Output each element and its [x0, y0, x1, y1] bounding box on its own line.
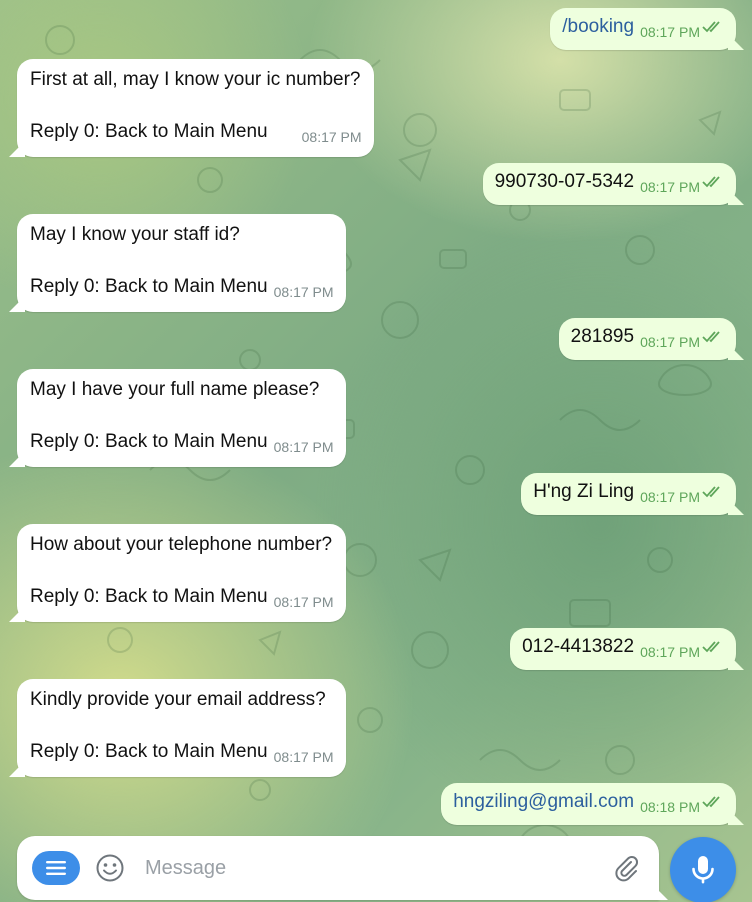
- message-time: 08:18 PM: [640, 799, 700, 815]
- message-text: Kindly provide your email address?: [30, 689, 326, 710]
- outgoing-message[interactable]: 281895 08:17 PM: [558, 318, 736, 360]
- read-checkmarks-icon: [702, 176, 720, 188]
- message-time: 08:17 PM: [640, 334, 700, 350]
- reply-hint: Reply 0: Back to Main Menu: [30, 121, 268, 142]
- message-time: 08:17 PM: [273, 594, 334, 610]
- message-input[interactable]: [145, 854, 585, 882]
- outgoing-message[interactable]: H'ng Zi Ling 08:17 PM: [521, 473, 736, 515]
- outgoing-message[interactable]: /booking 08:17 PM: [550, 8, 736, 50]
- paperclip-icon[interactable]: [611, 853, 641, 883]
- voice-record-button[interactable]: [670, 837, 736, 902]
- message-time: 08:17 PM: [640, 644, 700, 660]
- microphone-icon: [692, 856, 714, 884]
- reply-hint: Reply 0: Back to Main Menu: [30, 431, 268, 452]
- bot-command-link[interactable]: /booking: [562, 16, 634, 37]
- email-link[interactable]: hngziling@gmail.com: [453, 791, 634, 812]
- read-checkmarks-icon: [702, 796, 720, 808]
- message-text: 990730-07-5342: [494, 171, 635, 192]
- read-checkmarks-icon: [702, 21, 720, 33]
- message-time: 08:17 PM: [640, 179, 700, 195]
- incoming-message[interactable]: Kindly provide your email address? Reply…: [17, 679, 346, 777]
- message-text: H'ng Zi Ling: [533, 481, 635, 502]
- message-time: 08:17 PM: [640, 489, 700, 505]
- reply-hint: Reply 0: Back to Main Menu: [30, 276, 268, 297]
- message-text: 281895: [570, 326, 635, 347]
- incoming-message[interactable]: First at all, may I know your ic number?…: [17, 59, 374, 157]
- outgoing-message[interactable]: 990730-07-5342 08:17 PM: [482, 163, 736, 205]
- menu-lines-icon: [46, 861, 66, 875]
- bot-menu-button[interactable]: [32, 851, 80, 885]
- read-checkmarks-icon: [702, 641, 720, 653]
- message-composer: [17, 836, 659, 900]
- message-time: 08:17 PM: [640, 24, 700, 40]
- smiley-icon[interactable]: [95, 853, 125, 883]
- outgoing-message[interactable]: hngziling@gmail.com 08:18 PM: [441, 783, 736, 825]
- outgoing-message[interactable]: 012-4413822 08:17 PM: [510, 628, 736, 670]
- message-text: First at all, may I know your ic number?: [30, 69, 361, 90]
- reply-hint: Reply 0: Back to Main Menu: [30, 741, 268, 762]
- read-checkmarks-icon: [702, 486, 720, 498]
- message-text: How about your telephone number?: [30, 534, 333, 555]
- message-time: 08:17 PM: [301, 129, 362, 145]
- message-text: 012-4413822: [522, 636, 635, 657]
- message-list[interactable]: /booking 08:17 PM First at all, may I kno…: [0, 0, 752, 836]
- message-time: 08:17 PM: [273, 284, 334, 300]
- reply-hint: Reply 0: Back to Main Menu: [30, 586, 268, 607]
- message-text: May I have your full name please?: [30, 379, 320, 400]
- message-time: 08:17 PM: [273, 749, 334, 765]
- incoming-message[interactable]: May I know your staff id? Reply 0: Back …: [17, 214, 346, 312]
- message-text: May I know your staff id?: [30, 224, 240, 245]
- message-time: 08:17 PM: [273, 439, 334, 455]
- incoming-message[interactable]: How about your telephone number? Reply 0…: [17, 524, 346, 622]
- incoming-message[interactable]: May I have your full name please? Reply …: [17, 369, 346, 467]
- read-checkmarks-icon: [702, 331, 720, 343]
